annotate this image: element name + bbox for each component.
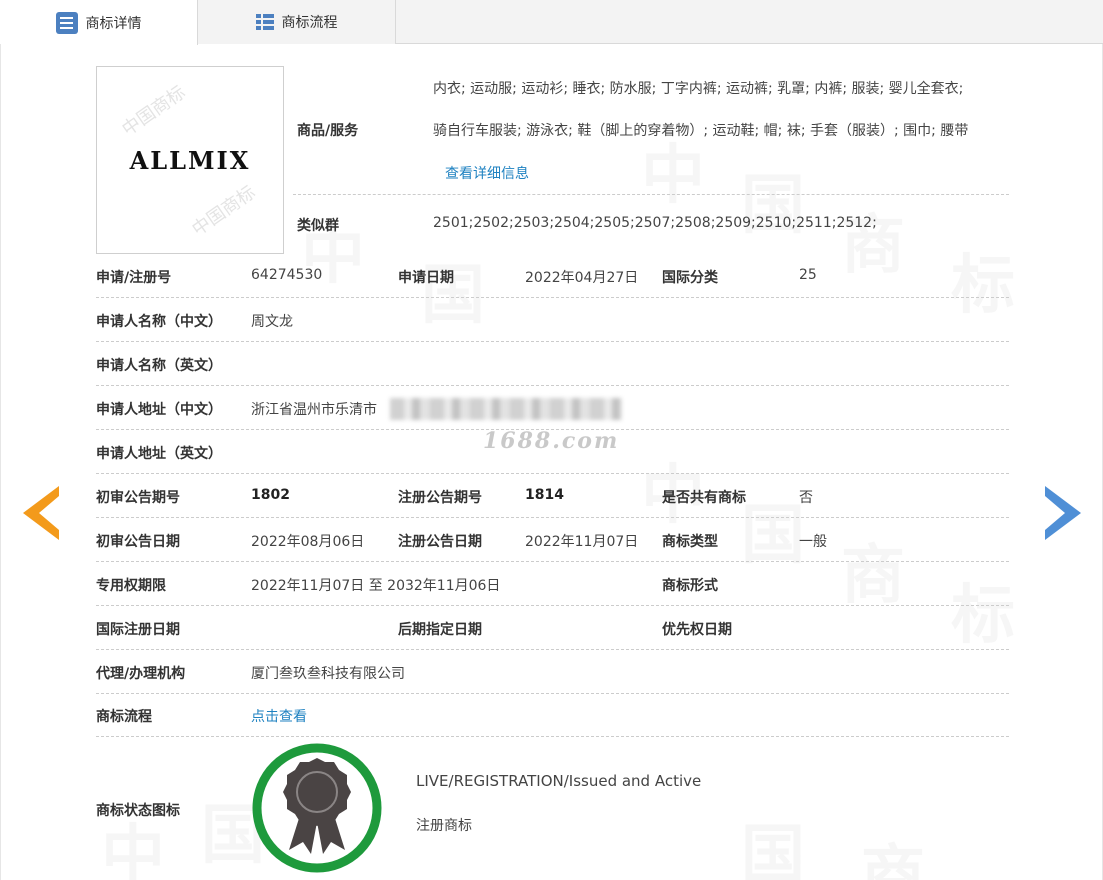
tab-bar: 商标详情 商标流程 [0,0,1103,45]
apply-date-value: 2022年04月27日 [525,270,639,286]
logo-watermark: 中国商标 [188,181,260,241]
next-arrow-button[interactable] [1045,486,1081,540]
priority-date-label: 优先权日期 [662,622,732,638]
list-doc-icon [55,11,78,34]
address-cn-value: 浙江省温州市乐清市 [251,402,377,418]
trademark-image: 中国商标 中国商标 ALLMIX [96,66,284,254]
prev-arrow-button[interactable] [23,486,59,540]
divider [293,194,1009,195]
exclusive-value: 2022年11月07日 至 2032年11月06日 [251,578,501,594]
exclusive-label: 专用权期限 [96,578,166,594]
divider [96,561,1009,562]
status-cn-text: 注册商标 [416,818,472,834]
similar-group-label: 类似群 [297,218,339,234]
tm-type-value: 一般 [799,534,827,550]
divider [96,605,1009,606]
view-detail-link[interactable]: 查看详细信息 [445,163,529,183]
prelim-no-label: 初审公告期号 [96,490,180,506]
goods-line-1: 内衣; 运动服; 运动衫; 睡衣; 防水服; 丁字内裤; 运动裤; 乳罩; 内裤… [433,81,964,97]
status-en-text: LIVE/REGISTRATION/Issued and Active [416,772,702,790]
agent-value: 厦门叁玖叁科技有限公司 [251,666,405,682]
divider [96,297,1009,298]
trademark-logo-text: ALLMIX [129,145,251,175]
address-cn-label: 申请人地址（中文） [96,402,222,418]
divider [96,385,1009,386]
intl-reg-date-label: 国际注册日期 [96,622,180,638]
divider [96,473,1009,474]
tab-label: 商标详情 [85,15,142,32]
view-flow-link[interactable]: 点击查看 [251,706,307,726]
status-icon-label: 商标状态图标 [96,803,180,819]
tm-type-label: 商标类型 [662,534,718,550]
divider [96,649,1009,650]
applicant-en-label: 申请人名称（英文） [96,358,222,374]
reg-pub-date-label: 注册公告日期 [398,534,482,550]
registered-medal-icon [252,743,382,873]
tab-trademark-flow[interactable]: 商标流程 [198,0,396,44]
site-watermark: 1688.com [483,428,620,454]
later-designation-label: 后期指定日期 [398,622,482,638]
similar-group-value: 2501;2502;2503;2504;2505;2507;2508;2509;… [433,215,877,231]
detail-panel: 中 国 商 标 中 国 中 国 商 标 国 国 商 中 中国商标 中国商标 AL… [0,44,1103,880]
logo-watermark: 中国商标 [118,81,190,141]
applicant-cn-label: 申请人名称（中文） [96,314,222,330]
divider [96,517,1009,518]
goods-label: 商品/服务 [297,123,359,139]
reg-pub-date-value: 2022年11月07日 [525,534,639,550]
divider [96,341,1009,342]
reg-no-value: 64274530 [251,267,323,283]
reg-pub-no-value: 1814 [525,487,564,503]
flow-label: 商标流程 [96,709,152,725]
reg-no-label: 申请/注册号 [96,270,172,286]
goods-line-2: 骑自行车服装; 游泳衣; 鞋（脚上的穿着物）; 运动鞋; 帽; 袜; 手套（服装… [433,123,969,139]
applicant-cn-value: 周文龙 [251,314,293,330]
divider [96,736,1009,737]
prelim-date-value: 2022年08月06日 [251,534,365,550]
table-list-icon [255,14,274,30]
tm-form-label: 商标形式 [662,578,718,594]
intl-class-label: 国际分类 [662,270,718,286]
address-en-label: 申请人地址（英文） [96,446,222,462]
shared-value: 否 [799,490,813,506]
redacted-address-blur [390,398,622,420]
shared-label: 是否共有商标 [662,490,746,506]
prelim-date-label: 初审公告日期 [96,534,180,550]
tab-label: 商标流程 [281,15,338,31]
apply-date-label: 申请日期 [398,270,454,286]
divider [96,693,1009,694]
reg-pub-no-label: 注册公告期号 [398,490,482,506]
tab-trademark-detail[interactable]: 商标详情 [0,0,198,45]
intl-class-value: 25 [799,267,817,283]
prelim-no-value: 1802 [251,487,290,503]
agent-label: 代理/办理机构 [96,666,186,682]
